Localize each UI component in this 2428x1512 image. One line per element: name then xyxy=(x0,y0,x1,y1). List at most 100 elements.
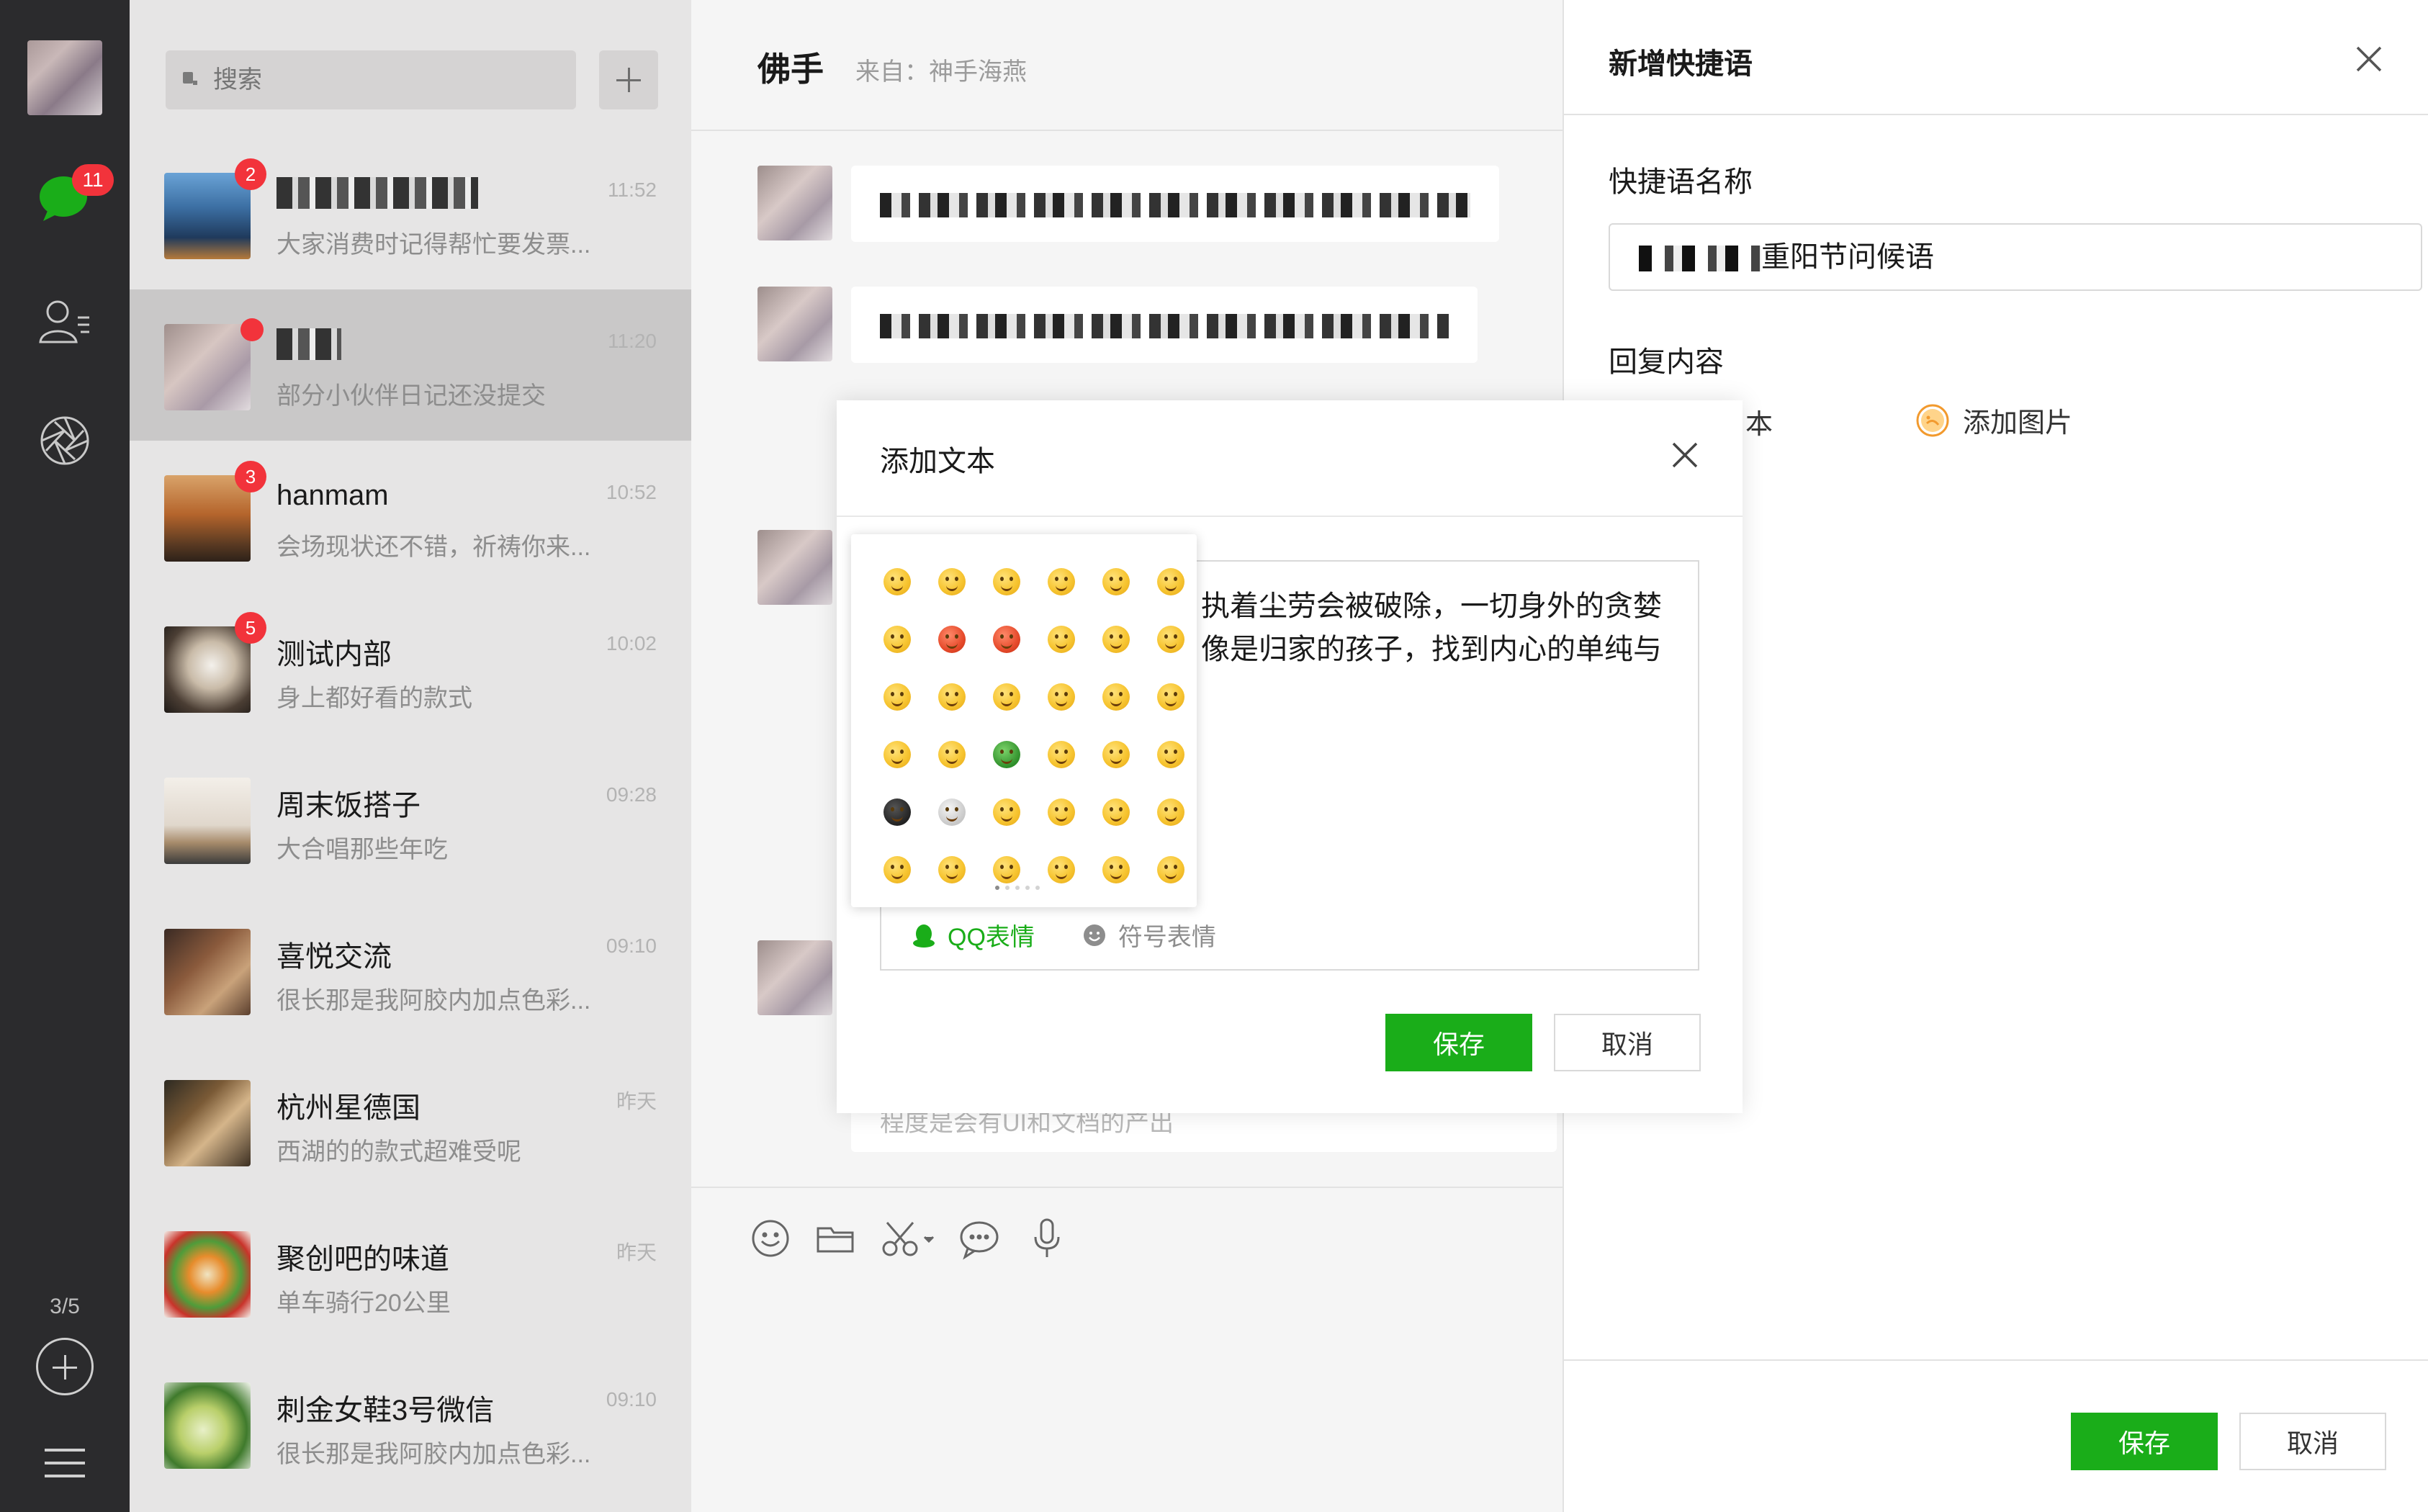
add-circle-button[interactable] xyxy=(36,1338,94,1395)
emoji-hammer-icon[interactable] xyxy=(979,783,1034,841)
conversation-preview: 部分小伙伴日记还没提交 xyxy=(276,382,546,410)
chat-header: 佛手 来自：神手海燕 xyxy=(691,0,1563,131)
add-text-link[interactable]: 本 xyxy=(1745,402,1773,441)
avatar[interactable] xyxy=(757,530,832,605)
conversation-preview: 会场现状还不错，祈祷你来... xyxy=(276,534,591,561)
avatar[interactable] xyxy=(757,940,832,1015)
emoji-heart-eyes-icon[interactable] xyxy=(979,553,1034,611)
emoji-worried-icon[interactable] xyxy=(925,668,979,726)
conversation-name: 测试内部 xyxy=(276,639,392,670)
emoji-laugh-icon[interactable] xyxy=(870,668,925,726)
cancel-button[interactable]: 取消 xyxy=(2239,1413,2386,1470)
emoji-hungry-icon[interactable] xyxy=(1143,726,1198,783)
emoji-pout-icon[interactable] xyxy=(1089,841,1143,899)
conversation-name xyxy=(276,328,341,360)
emoji-wink-icon[interactable] xyxy=(1034,611,1089,668)
conversation-preview: 很长那是我阿胶内加点色彩... xyxy=(276,987,591,1014)
emoji-happy-icon[interactable] xyxy=(1034,668,1089,726)
my-avatar[interactable] xyxy=(27,40,102,115)
add-button[interactable] xyxy=(599,50,658,109)
emoji-smile-icon[interactable] xyxy=(870,553,925,611)
list-item[interactable]: 11:20 部分小伙伴日记还没提交 xyxy=(130,289,691,441)
message-bubble[interactable] xyxy=(851,287,1478,363)
name-value: 重阳节问候语 xyxy=(1761,241,1934,273)
menu-icon[interactable] xyxy=(45,1449,85,1488)
emoji-sweat-icon[interactable] xyxy=(1089,783,1143,841)
list-item[interactable]: 刺金女鞋3号微信 09:10 很长那是我阿胶内加点色彩... xyxy=(130,1348,691,1499)
unread-count-badge: 2 xyxy=(235,158,266,190)
emoji-dizzy-icon[interactable] xyxy=(1034,726,1089,783)
page-dots[interactable] xyxy=(995,886,1040,890)
emoji-smirk-icon[interactable] xyxy=(870,726,925,783)
avatar[interactable] xyxy=(757,166,832,240)
emoji-panda-icon[interactable] xyxy=(870,783,925,841)
emoji-angry-icon[interactable] xyxy=(925,611,979,668)
conversation-name xyxy=(276,177,478,209)
emoji-shy-icon[interactable] xyxy=(870,611,925,668)
search-box[interactable] xyxy=(166,50,576,109)
avatar xyxy=(164,626,251,713)
chat-bubble-icon[interactable] xyxy=(958,1217,1001,1260)
name-label: 快捷语名称 xyxy=(1609,166,1753,198)
contacts-nav-icon[interactable] xyxy=(36,292,94,350)
save-button[interactable]: 保存 xyxy=(1385,1014,1532,1071)
conversation-name: 喜悦交流 xyxy=(276,941,392,973)
page-indicator: 3/5 xyxy=(50,1295,80,1318)
conversation-preview: 西湖的的款式超难受呢 xyxy=(276,1138,521,1166)
emoji-skull-icon[interactable] xyxy=(925,783,979,841)
conversation-name: hanmam xyxy=(276,480,389,511)
emoji-furious-icon[interactable] xyxy=(979,611,1034,668)
avatar xyxy=(164,1231,251,1318)
conversation-time: 昨天 xyxy=(616,1241,657,1264)
list-item[interactable]: 杭州星德国 昨天 西湖的的款式超难受呢 xyxy=(130,1045,691,1197)
conversation-time: 09:10 xyxy=(606,935,657,957)
folder-icon[interactable] xyxy=(814,1217,857,1260)
emoji-cry-icon[interactable] xyxy=(1143,553,1198,611)
add-image-link[interactable]: 添加图片 xyxy=(1915,400,2072,440)
emoji-hug-icon[interactable] xyxy=(1034,841,1089,899)
emoji-sad-icon[interactable] xyxy=(925,553,979,611)
emoji-relieved-icon[interactable] xyxy=(925,726,979,783)
emoji-thinking-icon[interactable] xyxy=(1143,668,1198,726)
emoji-grid xyxy=(870,553,1198,899)
avatar[interactable] xyxy=(757,287,832,361)
emoji-clap-icon[interactable] xyxy=(1089,668,1143,726)
emoji-shocked-icon[interactable] xyxy=(1034,553,1089,611)
save-button[interactable]: 保存 xyxy=(2071,1413,2218,1470)
close-icon[interactable] xyxy=(1671,441,1699,469)
emoji-nose-pick-icon[interactable] xyxy=(1143,783,1198,841)
emoji-question-icon[interactable] xyxy=(925,841,979,899)
list-item[interactable]: 3 hanmam 10:52 会场现状还不错，祈祷你来... xyxy=(130,441,691,592)
conversation-name: 刺金女鞋3号微信 xyxy=(276,1395,495,1426)
emoji-doubt-icon[interactable] xyxy=(1143,841,1198,899)
scissors-icon[interactable] xyxy=(880,1217,938,1260)
list-item[interactable]: 2 11:52 大家消费时记得帮忙要发票... xyxy=(130,138,691,289)
microphone-icon[interactable] xyxy=(1025,1217,1069,1260)
emoji-cool-icon[interactable] xyxy=(1089,553,1143,611)
conversation-list: 2 11:52 大家消费时记得帮忙要发票... 11:20 部分小伙伴日记还没提… xyxy=(130,0,691,1512)
tab-qq-emoji[interactable]: QQ表情 xyxy=(910,917,1035,953)
emoji-shh-icon[interactable] xyxy=(979,841,1034,899)
emoji-surprised-icon[interactable] xyxy=(1143,611,1198,668)
conversation-time: 10:52 xyxy=(606,481,657,503)
close-icon[interactable] xyxy=(2355,45,2383,73)
emoji-bye-icon[interactable] xyxy=(1034,783,1089,841)
list-item[interactable]: 喜悦交流 09:10 很长那是我阿胶内加点色彩... xyxy=(130,894,691,1045)
tab-symbol-emoji[interactable]: 符号表情 xyxy=(1081,917,1216,953)
conversation-preview: 大合唱那些年吃 xyxy=(276,836,448,863)
search-input[interactable] xyxy=(213,50,559,109)
emoji-mad-icon[interactable] xyxy=(1089,726,1143,783)
emoji-cover-mouth-icon[interactable] xyxy=(979,668,1034,726)
cancel-button[interactable]: 取消 xyxy=(1554,1014,1701,1071)
moments-nav-icon[interactable] xyxy=(36,412,94,469)
emoji-icon[interactable] xyxy=(749,1217,792,1260)
message-bubble[interactable] xyxy=(851,166,1499,242)
list-item[interactable]: 聚创吧的味道 昨天 单车骑行20公里 xyxy=(130,1197,691,1348)
list-item[interactable]: 周末饭搭子 09:28 大合唱那些年吃 xyxy=(130,743,691,894)
name-field[interactable]: 重阳节问候语 xyxy=(1609,223,2422,291)
list-item[interactable]: 5 测试内部 10:02 身上都好看的款式 xyxy=(130,592,691,743)
emoji-turtle-icon[interactable] xyxy=(979,726,1034,783)
emoji-grin-icon[interactable] xyxy=(1089,611,1143,668)
emoji-awkward-icon[interactable] xyxy=(870,841,925,899)
emoji-tabs: QQ表情 符号表情 xyxy=(910,917,1216,953)
